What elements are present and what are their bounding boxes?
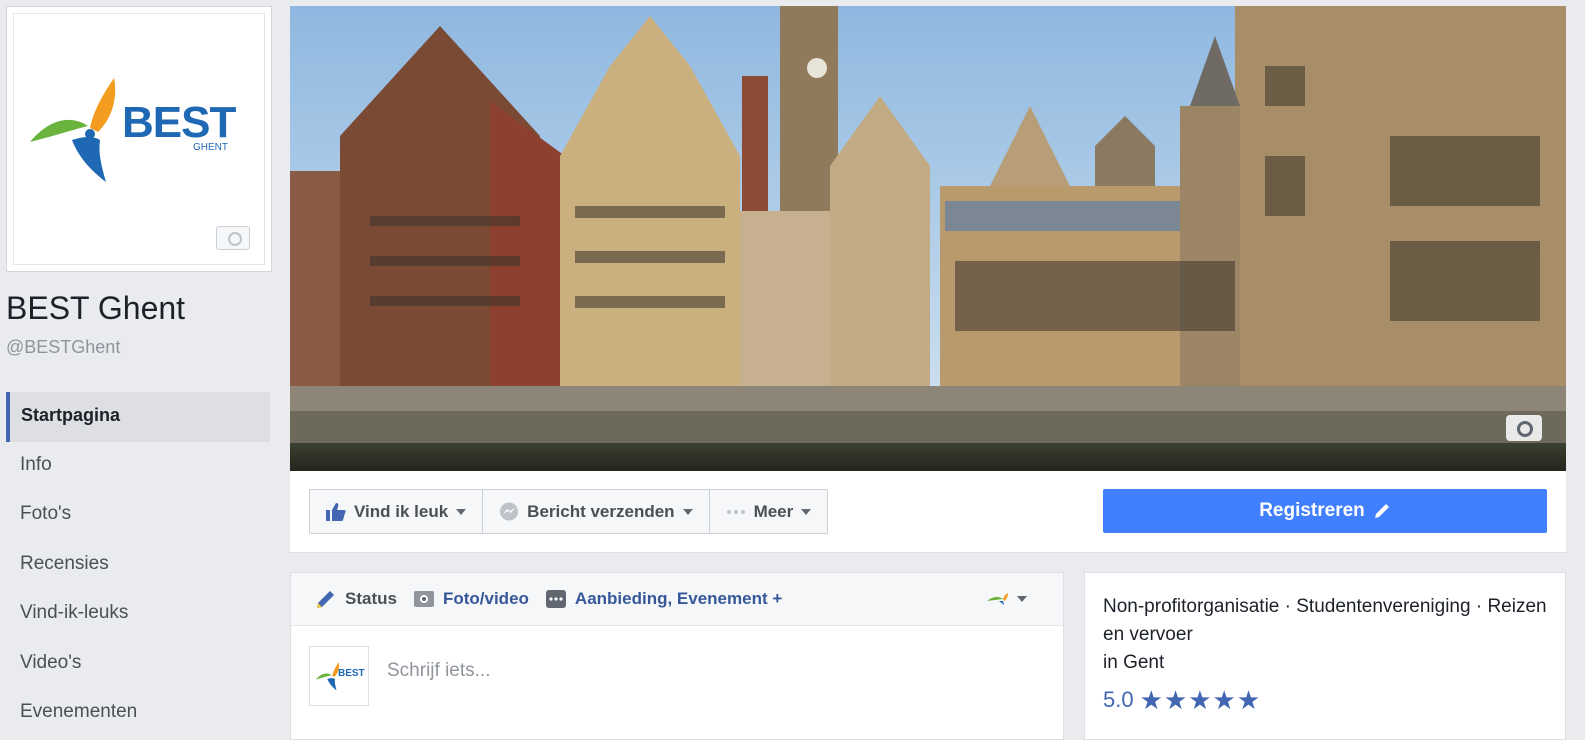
star-icon: ★ (1212, 685, 1236, 715)
rating-summary[interactable]: 5.0 ★ ★ ★ ★ ★ (1103, 687, 1547, 713)
page-title: BEST Ghent (6, 290, 186, 326)
action-button-group: Vind ik leuk Bericht verzenden Meer (309, 489, 829, 534)
logo-text: BEST (122, 98, 236, 147)
cover-photo[interactable] (290, 6, 1566, 471)
chevron-down-icon (456, 508, 467, 515)
ellipsis-icon (726, 509, 746, 515)
star-icon: ★ (1139, 685, 1163, 715)
page-location[interactable]: in Gent (1103, 649, 1547, 677)
rating-value: 5.0 (1103, 687, 1134, 712)
avatar-logo-text: BEST (338, 668, 365, 679)
tab-photo-video-label: Foto/video (442, 589, 529, 608)
like-button[interactable]: Vind ik leuk (310, 490, 484, 533)
profile-picture-frame: BEST GHENT (13, 13, 265, 265)
post-composer: Status Foto/video Aanbieding, Evenement … (290, 572, 1064, 740)
register-button-label: Registreren (1259, 500, 1365, 521)
register-button[interactable]: Registreren (1103, 489, 1547, 533)
star-icon: ★ (1236, 685, 1261, 715)
avatar: BEST (309, 646, 369, 706)
more-icon (545, 589, 567, 609)
star-icon: ★ (1163, 685, 1188, 715)
best-logo-mark (30, 78, 116, 182)
tab-status[interactable]: Status (315, 588, 397, 610)
nav-item-recensies[interactable]: Recensies (6, 541, 270, 591)
pencil-icon (1373, 502, 1391, 520)
rating-stars: ★ ★ ★ ★ ★ (1140, 687, 1262, 713)
nav-item-videos[interactable]: Video's (6, 640, 270, 690)
cover-photo-image (290, 6, 1566, 471)
pencil-icon (315, 588, 337, 610)
nav-item-vind-ik-leuks[interactable]: Vind-ik-leuks (6, 590, 270, 640)
nav-item-startpagina[interactable]: Startpagina (6, 392, 270, 442)
about-card: Non-profitorganisatie · Studentenverenig… (1084, 572, 1566, 740)
post-as-selector[interactable] (987, 593, 1027, 605)
camera-icon (413, 589, 435, 609)
composer-input[interactable] (387, 660, 987, 682)
page-action-bar: Vind ik leuk Bericht verzenden Meer Regi… (290, 471, 1566, 553)
send-message-button[interactable]: Bericht verzenden (483, 490, 710, 533)
page-avatar-mini-icon (987, 593, 1008, 605)
left-column: BEST GHENT BEST Ghent @BESTGhent Startpa… (0, 0, 290, 740)
tab-photo-video[interactable]: Foto/video (413, 589, 529, 609)
nav-item-fotos[interactable]: Foto's (6, 491, 270, 541)
profile-picture[interactable]: BEST GHENT (6, 6, 272, 272)
send-message-label: Bericht verzenden (527, 501, 675, 521)
chevron-down-icon (801, 508, 812, 515)
star-icon: ★ (1188, 685, 1212, 715)
more-button[interactable]: Meer (710, 490, 828, 533)
messenger-icon (499, 502, 519, 522)
page-categories[interactable]: Non-profitorganisatie · Studentenverenig… (1103, 593, 1547, 649)
update-cover-camera-icon[interactable] (1506, 415, 1542, 441)
thumbs-up-icon (326, 502, 346, 521)
chevron-down-icon (682, 508, 693, 515)
tab-offer-event[interactable]: Aanbieding, Evenement + (545, 589, 782, 609)
logo-subtext: GHENT (193, 142, 228, 153)
tab-status-label: Status (345, 589, 397, 608)
composer-body: BEST (291, 626, 1063, 726)
composer-tabs: Status Foto/video Aanbieding, Evenement … (291, 573, 1063, 626)
nav-item-evenementen[interactable]: Evenementen (6, 689, 270, 739)
page-nav: Startpagina Info Foto's Recensies Vind-i… (6, 392, 270, 739)
nav-item-info[interactable]: Info (6, 442, 270, 492)
chevron-down-icon (1017, 596, 1027, 602)
more-button-label: Meer (753, 501, 794, 521)
like-button-label: Vind ik leuk (354, 501, 449, 521)
update-profile-picture-camera-icon[interactable] (216, 226, 250, 250)
tab-offer-event-label: Aanbieding, Evenement + (574, 589, 783, 608)
page-handle[interactable]: @BESTGhent (6, 337, 120, 358)
